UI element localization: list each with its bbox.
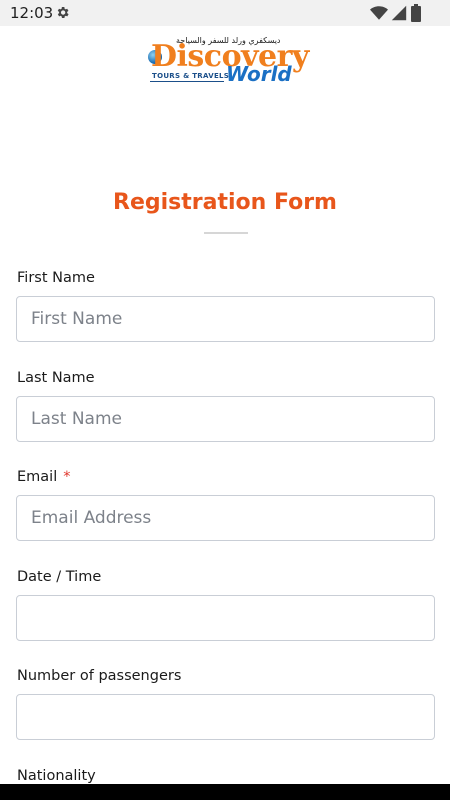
email-input[interactable] <box>16 495 435 541</box>
navigation-bar <box>0 784 450 800</box>
discovery-world-logo: ديسكفري ورلد للسفر والسياحة Discovery TO… <box>148 36 309 86</box>
email-label: Email * <box>17 469 70 485</box>
signal-icon <box>391 5 407 21</box>
gear-icon <box>57 7 69 18</box>
passengers-input[interactable] <box>16 694 435 740</box>
first-name-input[interactable] <box>16 296 435 342</box>
last-name-label-text: Last Name <box>17 370 95 386</box>
first-name-label-text: First Name <box>17 270 95 286</box>
title-divider <box>204 232 248 234</box>
logo-tagline: TOURS & TRAVELS <box>152 72 230 80</box>
last-name-input[interactable] <box>16 396 435 442</box>
nationality-label: Nationality <box>17 768 96 784</box>
passengers-label: Number of passengers <box>17 668 181 684</box>
logo-rule <box>150 81 224 82</box>
status-time: 12:03 <box>10 4 54 22</box>
email-label-text: Email <box>17 469 58 485</box>
nationality-label-text: Nationality <box>17 768 96 784</box>
date-time-label-text: Date / Time <box>17 569 102 585</box>
required-asterisk: * <box>63 469 71 485</box>
passengers-label-text: Number of passengers <box>17 668 182 684</box>
date-time-input[interactable] <box>16 595 435 641</box>
wifi-icon <box>370 6 388 20</box>
first-name-label: First Name <box>17 270 95 286</box>
logo-brand-secondary: World <box>226 62 292 86</box>
page-title: Registration Form <box>113 190 337 215</box>
date-time-label: Date / Time <box>17 569 101 585</box>
last-name-label: Last Name <box>17 370 95 386</box>
status-bar: 12:03 <box>0 0 450 26</box>
battery-icon <box>411 4 421 22</box>
